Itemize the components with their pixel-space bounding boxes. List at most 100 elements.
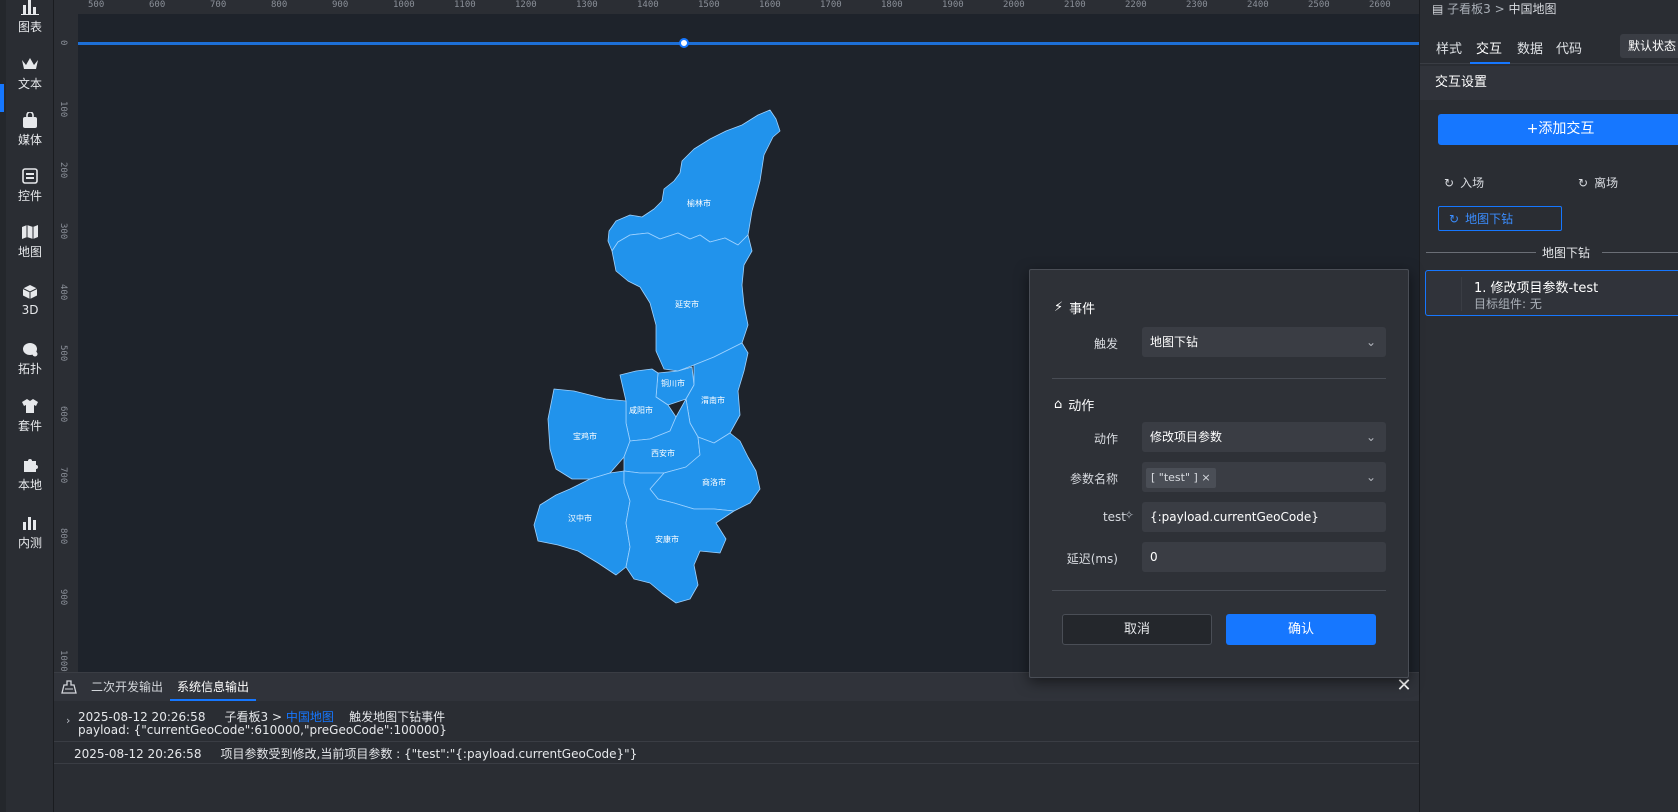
ruler-tick-label: 1900 — [942, 0, 964, 10]
ruler-tick-label: 2200 — [1125, 0, 1147, 10]
param-tag-text: [ "test" ] — [1151, 471, 1198, 484]
confirm-button[interactable]: 确认 — [1226, 614, 1376, 645]
ruler-tick-label: 700 — [58, 467, 68, 484]
cursor-click-icon: ↻ — [1578, 175, 1589, 190]
ruler-tick-label: 2000 — [1003, 0, 1025, 10]
chevron-right-icon[interactable]: › — [66, 714, 70, 727]
map-label-weinan: 渭南市 — [701, 396, 725, 405]
tool-text[interactable]: 文本 — [8, 49, 52, 99]
tool-beta-label: 内测 — [17, 536, 42, 550]
map-label-xian: 西安市 — [651, 449, 675, 458]
action-heading-label: 动作 — [1068, 399, 1095, 414]
trigger-enter[interactable]: ↻ 入场 — [1444, 174, 1484, 191]
event-heading-label: 事件 — [1069, 302, 1096, 317]
trigger-leave[interactable]: ↻ 离场 — [1578, 174, 1618, 191]
output-console: 二次开发输出 系统信息输出 ✕ › 2025-08-12 20:26:58 子看… — [54, 672, 1419, 812]
magic-wand-icon[interactable]: ✧ — [1124, 508, 1134, 522]
guide-handle[interactable] — [679, 38, 689, 48]
log-entry[interactable]: › 2025-08-12 20:26:58 子看板3 > 中国地图 触发地图下钻… — [54, 702, 1419, 742]
topology-icon — [23, 343, 38, 357]
tool-3d-label: 3D — [21, 302, 39, 317]
breadcrumb-current: 中国地图 — [1508, 2, 1557, 16]
tag-close-icon[interactable]: × — [1201, 471, 1210, 484]
tool-control-label: 控件 — [17, 189, 42, 203]
test-param-label: test — [1102, 510, 1126, 524]
ruler-tick-label: 400 — [58, 284, 68, 301]
tool-local[interactable]: 本地 — [8, 450, 52, 500]
form-control-icon — [22, 168, 38, 184]
chevron-down-icon: ⌄ — [1365, 470, 1376, 484]
clear-log-icon[interactable] — [54, 680, 84, 694]
tool-control[interactable]: 控件 — [8, 161, 52, 211]
map-label-baoji: 宝鸡市 — [573, 432, 597, 441]
bar-chart-icon — [21, 0, 39, 15]
ruler-tick-label: 600 — [58, 406, 68, 423]
interaction-card[interactable]: 1. 修改项目参数-test 目标组件: 无 — [1425, 270, 1678, 316]
ruler-tick-label: 2400 — [1247, 0, 1269, 10]
param-tag[interactable]: [ "test" ] × — [1146, 468, 1216, 488]
map-label-xianyang: 咸阳市 — [629, 406, 653, 415]
add-interaction-button[interactable]: +添加交互 — [1438, 114, 1678, 145]
ruler-tick-label: 900 — [58, 589, 68, 606]
ruler-tick-label: 2600 — [1369, 0, 1391, 10]
ruler-tick-label: 1000 — [393, 0, 415, 10]
chevron-down-icon: ⌄ — [1365, 335, 1376, 349]
tool-chart-label: 图表 — [17, 20, 42, 34]
ruler-tick-label: 2300 — [1186, 0, 1208, 10]
ruler-tick-label: 1200 — [515, 0, 537, 10]
section-title: 交互设置 — [1420, 66, 1678, 100]
param-select[interactable]: [ "test" ] × ⌄ — [1142, 462, 1386, 492]
log-message: 项目参数受到修改,当前项目参数 : {"test":"{:payload.cur… — [220, 747, 638, 761]
ruler-horizontal[interactable]: 500 600 700 800 900 1000 1100 1200 1300 1400 1500 1… — [54, 0, 1419, 14]
media-bag-icon — [23, 112, 37, 128]
map-label-yanan: 延安市 — [675, 300, 699, 309]
ruler-tick-label: 100 — [58, 101, 68, 118]
tool-topology[interactable]: 拓扑 — [8, 334, 52, 384]
ruler-tick-label: 300 — [58, 223, 68, 240]
tab-interaction[interactable]: 交互 — [1476, 38, 1502, 57]
ruler-tick-label: 800 — [58, 528, 68, 545]
shaanxi-map[interactable]: 榆林市 延安市 铜川市 渭南市 咸阳市 宝鸡市 西安市 商洛市 汉中市 安康市 — [530, 105, 830, 650]
cancel-button[interactable]: 取消 — [1062, 614, 1212, 645]
tool-chart[interactable]: 图表 — [8, 0, 52, 42]
divider-right — [1602, 252, 1678, 253]
ruler-vertical[interactable]: 0 100 200 300 400 500 600 700 800 900 1000 — [54, 14, 78, 672]
tab-dev-output[interactable]: 二次开发输出 — [84, 673, 170, 701]
action-select[interactable]: 修改项目参数 ⌄ — [1142, 422, 1386, 452]
tool-text-label: 文本 — [17, 77, 42, 91]
log-entry-2: 2025-08-12 20:26:58 项目参数受到修改,当前项目参数 : {"… — [74, 745, 637, 762]
tab-data[interactable]: 数据 — [1517, 38, 1543, 57]
beta-chart-icon — [23, 517, 36, 530]
toolbar-edge — [0, 0, 6, 812]
log-source-link[interactable]: 中国地图 — [286, 710, 334, 724]
tool-map[interactable]: 地图 — [8, 217, 52, 267]
drag-handle[interactable] — [1438, 277, 1462, 311]
event-heading: ⚡ 事件 — [1054, 298, 1095, 317]
tool-media[interactable]: 媒体 — [8, 105, 52, 155]
ruler-tick-label: 1500 — [698, 0, 720, 10]
delay-input[interactable]: 0 — [1142, 542, 1386, 572]
tool-beta[interactable]: 内测 — [8, 508, 52, 558]
breadcrumb-parent[interactable]: 子看板3 — [1447, 2, 1491, 16]
tool-kit[interactable]: 套件 — [8, 391, 52, 441]
app-root: 图表 文本 媒体 控件 地图 3D 拓扑 套件 本地 内测 500 600 70… — [0, 0, 1678, 812]
tool-3d[interactable]: 3D — [8, 275, 52, 325]
state-dropdown[interactable]: 默认状态 — [1620, 34, 1678, 58]
trigger-leave-label: 离场 — [1594, 176, 1619, 190]
tab-style[interactable]: 样式 — [1436, 38, 1462, 57]
map-label-yulin: 榆林市 — [687, 199, 711, 208]
chevron-down-icon: ⌄ — [1365, 430, 1376, 444]
close-icon[interactable]: ✕ — [1395, 677, 1413, 695]
tab-system-output[interactable]: 系统信息输出 — [170, 673, 257, 701]
trigger-map-drilldown[interactable]: ↻ 地图下钻 — [1438, 206, 1562, 231]
trigger-select[interactable]: 地图下钻 ⌄ — [1142, 327, 1386, 357]
ruler-tick-label: 1600 — [759, 0, 781, 10]
ruler-tick-label: 200 — [58, 162, 68, 179]
ruler-tick-label: 1100 — [454, 0, 476, 10]
ruler-tick-label: 900 — [332, 0, 349, 10]
ruler-tick-label: 2100 — [1064, 0, 1086, 10]
tab-code[interactable]: 代码 — [1556, 38, 1582, 57]
test-value-input[interactable]: {:payload.currentGeoCode} — [1142, 502, 1386, 532]
interaction-edit-dialog: ⚡ 事件 触发 地图下钻 ⌄ ⌂ 动作 动作 修改项目参数 ⌄ 参数名称 [ "… — [1029, 269, 1409, 678]
param-label: 参数名称 — [1069, 472, 1118, 486]
